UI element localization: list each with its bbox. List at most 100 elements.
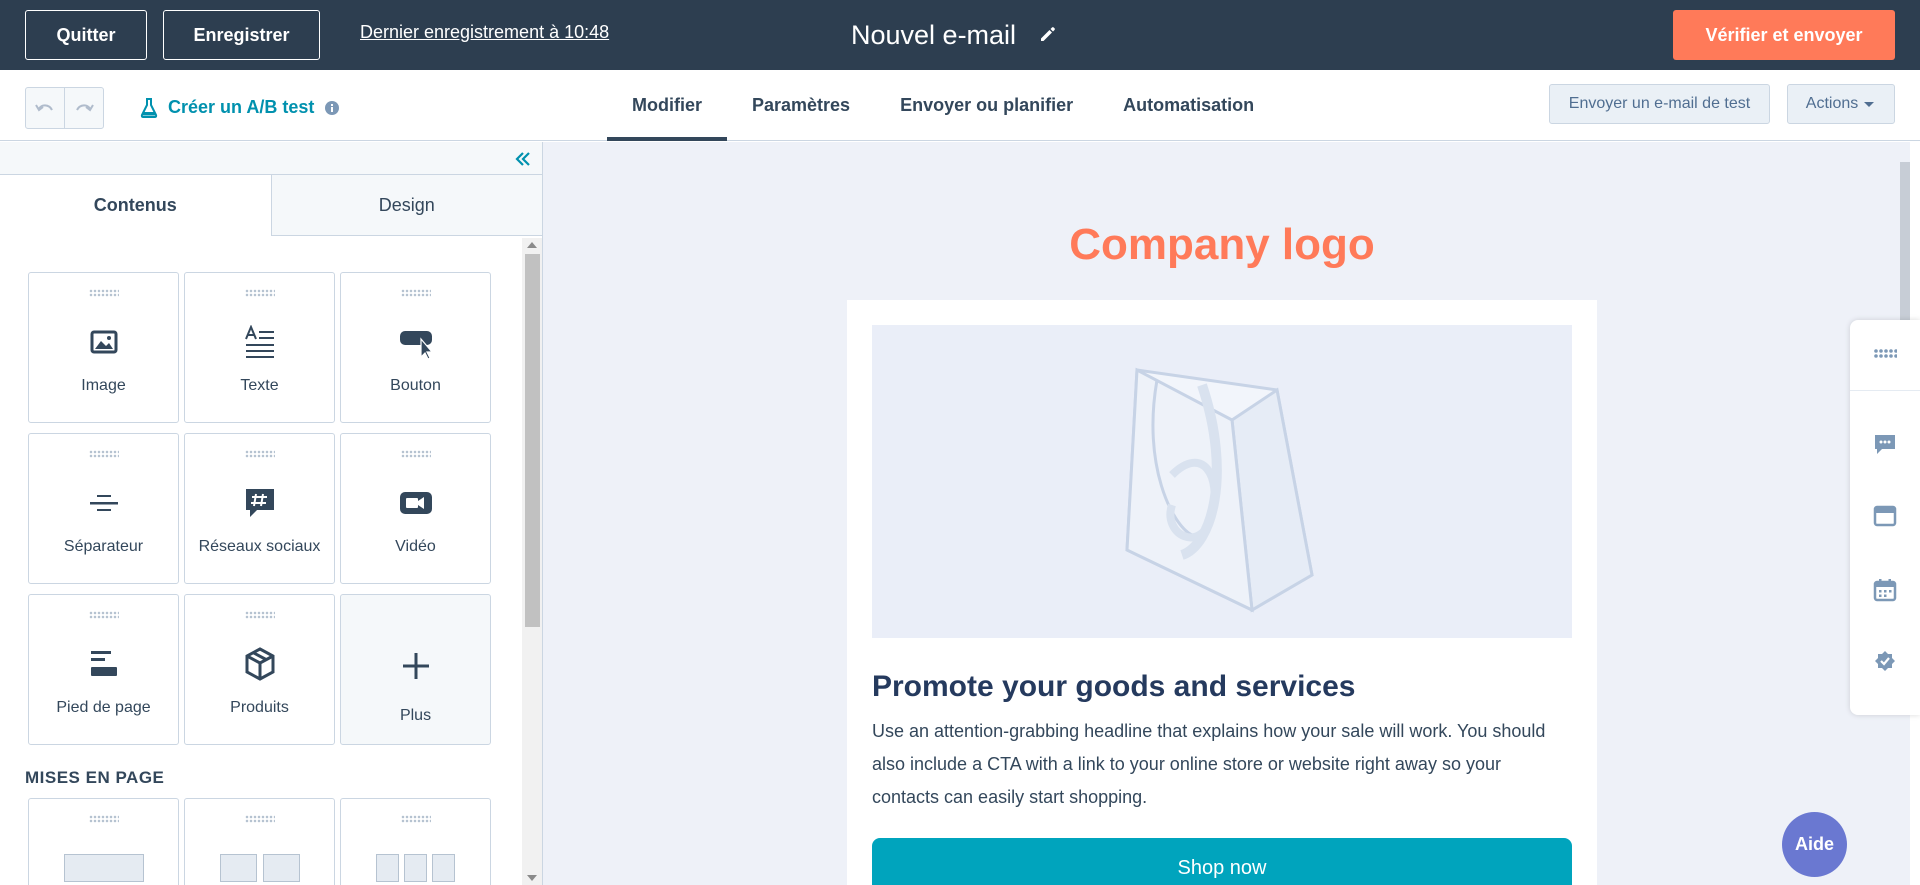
- scroll-up-arrow-icon[interactable]: [527, 242, 537, 248]
- video-icon: [399, 492, 432, 514]
- tab-send-schedule-label: Envoyer ou planifier: [900, 95, 1074, 115]
- tab-edit-label: Modifier: [632, 95, 702, 115]
- drag-handle-icon: [401, 289, 431, 297]
- redo-button[interactable]: [65, 88, 103, 128]
- drag-handle-icon: [89, 289, 119, 297]
- apps-grid-icon[interactable]: [1873, 342, 1897, 366]
- shopping-bag-icon: [1125, 367, 1314, 613]
- module-label: Bouton: [390, 377, 441, 394]
- module-video[interactable]: Vidéo: [340, 433, 491, 584]
- module-label: Séparateur: [63, 538, 144, 555]
- layout-preview: [432, 854, 455, 882]
- verified-badge-icon[interactable]: [1873, 650, 1897, 674]
- drag-handle-icon: [245, 815, 275, 823]
- layout-one-column[interactable]: [28, 798, 179, 885]
- tab-design[interactable]: Design: [271, 175, 542, 236]
- sidebar-divider: [1850, 390, 1920, 391]
- social-icon: [245, 489, 274, 517]
- divider-icon: [89, 495, 118, 511]
- module-label: Plus: [399, 707, 432, 724]
- right-sidebar: [1850, 320, 1920, 715]
- last-saved-link[interactable]: Dernier enregistrement à 10:48: [360, 22, 609, 43]
- help-button[interactable]: Aide: [1782, 812, 1847, 877]
- tab-send-schedule[interactable]: Envoyer ou planifier: [875, 70, 1098, 141]
- image-icon: [90, 330, 117, 354]
- left-panel: Contenus Design Image Texte Bouton Sépar…: [0, 142, 543, 885]
- edit-title-icon[interactable]: [1038, 24, 1058, 44]
- drag-handle-icon: [245, 450, 275, 458]
- hero-image[interactable]: [872, 325, 1572, 638]
- caret-down-icon: [1864, 102, 1875, 107]
- scroll-down-arrow-icon[interactable]: [527, 875, 537, 881]
- panel-scrollbar[interactable]: [522, 238, 542, 885]
- layout-three-columns[interactable]: [340, 798, 491, 885]
- browser-window-icon[interactable]: [1873, 504, 1897, 528]
- redo-icon: [76, 104, 94, 112]
- comment-icon[interactable]: [1873, 432, 1897, 456]
- footer-icon: [90, 651, 117, 676]
- tab-contents[interactable]: Contenus: [0, 175, 272, 236]
- editor-tabs: Modifier Paramètres Envoyer ou planifier…: [607, 70, 1279, 141]
- flask-icon: [140, 97, 158, 118]
- tab-edit[interactable]: Modifier: [607, 70, 727, 141]
- drag-handle-icon: [89, 815, 119, 823]
- layout-preview: [376, 854, 399, 882]
- module-label: Pied de page: [56, 699, 151, 716]
- actions-label: Actions: [1805, 95, 1859, 112]
- review-and-send-button[interactable]: Vérifier et envoyer: [1673, 10, 1895, 60]
- undo-redo-group: [25, 87, 104, 129]
- module-label: Image: [81, 377, 126, 394]
- canvas-scrollbar-thumb[interactable]: [1900, 162, 1910, 332]
- email-title[interactable]: Nouvel e-mail: [851, 20, 1016, 51]
- shop-now-button[interactable]: Shop now: [872, 838, 1572, 885]
- layout-preview: [220, 854, 257, 882]
- tab-automation[interactable]: Automatisation: [1098, 70, 1279, 141]
- email-body-text[interactable]: Use an attention-grabbing headline that …: [872, 715, 1572, 814]
- button-icon: [399, 331, 433, 359]
- module-products[interactable]: Produits: [184, 594, 335, 745]
- layout-preview: [64, 854, 144, 882]
- layout-two-columns[interactable]: [184, 798, 335, 885]
- top-bar: Quitter Enregistrer Dernier enregistreme…: [0, 0, 1920, 70]
- module-button[interactable]: Bouton: [340, 272, 491, 423]
- tab-design-label: Design: [378, 194, 435, 215]
- module-social[interactable]: Réseaux sociaux: [184, 433, 335, 584]
- quit-button[interactable]: Quitter: [25, 10, 147, 60]
- drag-handle-icon: [245, 289, 275, 297]
- module-image[interactable]: Image: [28, 272, 179, 423]
- save-button[interactable]: Enregistrer: [163, 10, 320, 60]
- plus-icon: [402, 653, 429, 679]
- module-footer[interactable]: Pied de page: [28, 594, 179, 745]
- module-label: Vidéo: [395, 538, 436, 555]
- tab-settings[interactable]: Paramètres: [727, 70, 875, 141]
- email-body: Promote your goods and services Use an a…: [847, 300, 1597, 885]
- editor-toolbar: Créer un A/B test Modifier Paramètres En…: [0, 70, 1920, 141]
- collapse-panel-icon[interactable]: [512, 148, 534, 170]
- scrollbar-thumb[interactable]: [525, 254, 540, 627]
- tab-automation-label: Automatisation: [1123, 95, 1255, 115]
- drag-handle-icon: [89, 611, 119, 619]
- drag-handle-icon: [89, 450, 119, 458]
- layouts-heading: MISES EN PAGE: [25, 768, 165, 787]
- module-divider[interactable]: Séparateur: [28, 433, 179, 584]
- company-logo[interactable]: Company logo: [543, 220, 1901, 270]
- calendar-icon[interactable]: [1873, 578, 1897, 602]
- drag-handle-icon: [245, 611, 275, 619]
- module-text[interactable]: Texte: [184, 272, 335, 423]
- ab-test-link[interactable]: Créer un A/B test: [140, 97, 340, 118]
- undo-button[interactable]: [26, 88, 65, 128]
- drag-handle-icon: [401, 815, 431, 823]
- layout-preview: [263, 854, 300, 882]
- module-label: Réseaux sociaux: [198, 538, 321, 555]
- send-test-email-button[interactable]: Envoyer un e-mail de test: [1549, 84, 1770, 124]
- module-label: Texte: [240, 377, 279, 394]
- panel-tabs: Contenus Design: [0, 175, 542, 236]
- module-more[interactable]: Plus: [340, 594, 491, 745]
- text-icon: [244, 325, 274, 358]
- layout-preview: [404, 854, 427, 882]
- actions-dropdown[interactable]: Actions: [1787, 84, 1895, 124]
- info-icon[interactable]: [324, 100, 340, 116]
- tab-settings-label: Paramètres: [752, 95, 851, 115]
- email-heading[interactable]: Promote your goods and services: [872, 670, 1355, 704]
- undo-icon: [35, 104, 53, 112]
